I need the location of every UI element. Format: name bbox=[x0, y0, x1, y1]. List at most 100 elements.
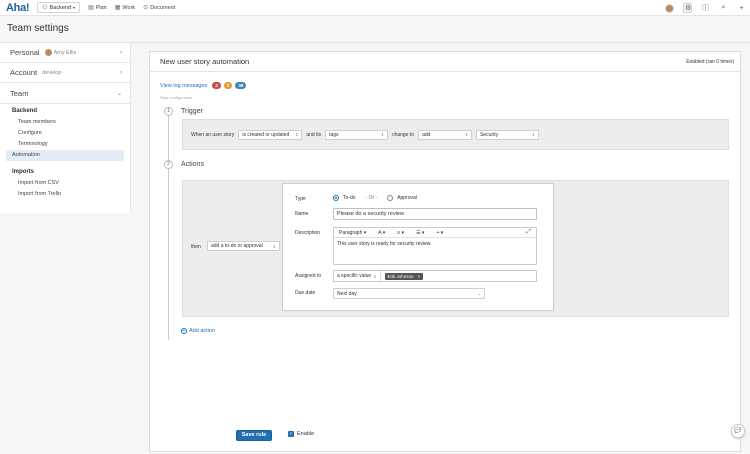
sidebar-section-personal[interactable]: Personal Amy Ellis › bbox=[0, 43, 130, 63]
assigned-to-label: Assigned to bbox=[295, 273, 322, 279]
rule-title: New user story automation bbox=[160, 57, 250, 66]
workspace-label: Backend bbox=[49, 4, 72, 11]
nav-document[interactable]: ⊙ Document bbox=[143, 4, 176, 12]
save-rule-button[interactable]: Save rule bbox=[236, 430, 272, 441]
due-date-select[interactable]: Next day ⌄ bbox=[333, 288, 485, 299]
rule-configuration-label: Rule configuration bbox=[160, 95, 193, 100]
paragraph-style-dropdown[interactable]: Paragraph ▾ bbox=[339, 230, 366, 236]
operation-select[interactable]: add ⇕ bbox=[418, 129, 473, 140]
font-dropdown[interactable]: A ▾ bbox=[378, 230, 385, 236]
chevron-down-icon: ⌄ bbox=[116, 90, 122, 97]
description-editor[interactable]: Paragraph ▾ A ▾ ≡ ▾ ☰ ▾ + ▾ ⤢ This user … bbox=[333, 227, 537, 265]
value-select-value: Security bbox=[480, 131, 499, 138]
help-icon[interactable]: ⓘ bbox=[701, 3, 710, 13]
work-icon: ▦ bbox=[114, 5, 121, 11]
workspace-selector[interactable]: ⚇ Backend ▾ bbox=[37, 2, 81, 13]
event-select[interactable]: is created or updated ⇕ bbox=[238, 129, 303, 140]
top-navigation: Aha! ⚇ Backend ▾ ▤ Plan ▦ Work ⊙ Documen… bbox=[0, 0, 750, 16]
assignee-mode-value: a specific value bbox=[337, 273, 372, 279]
trigger-and-its-text: and its bbox=[306, 131, 322, 138]
sidebar-group-title: Imports bbox=[12, 169, 35, 175]
enable-toggle[interactable]: ✓ Enable bbox=[288, 431, 314, 437]
select-arrows-icon: ⇕ bbox=[464, 132, 469, 137]
chevron-right-icon: › bbox=[120, 49, 122, 56]
chat-support-icon[interactable]: 💬 bbox=[731, 424, 745, 438]
nav-plan[interactable]: ▤ Plan bbox=[88, 4, 107, 12]
chevron-down-icon: ⌄ bbox=[477, 291, 481, 296]
due-date-label: Due date bbox=[295, 290, 316, 296]
sidebar-item-team-members[interactable]: Team members bbox=[6, 117, 124, 128]
assignee-mode-select[interactable]: a specific value ⇕ bbox=[334, 271, 381, 281]
top-right-tools: ⚙ ⓘ ⌕ + bbox=[665, 0, 746, 16]
enable-label: Enable bbox=[297, 431, 315, 437]
automation-rule-panel: New user story automation Enabled (ran 0… bbox=[149, 51, 741, 452]
name-input[interactable]: Please do a security review bbox=[333, 208, 537, 220]
action-type-select[interactable]: add a to-do or approval ⇕ bbox=[207, 241, 280, 251]
type-radio-group: To-do - Or - Approval bbox=[333, 195, 417, 201]
document-icon: ⊙ bbox=[143, 5, 149, 11]
step-connector bbox=[168, 115, 169, 340]
action-type-select-value: add a to-do or approval bbox=[211, 243, 263, 249]
log-messages-row: View log messages 3 2 36 bbox=[160, 82, 247, 89]
align-dropdown[interactable]: ≡ ▾ bbox=[397, 230, 404, 236]
nav-work[interactable]: ▦ Work bbox=[114, 4, 136, 12]
search-icon[interactable]: ⌕ bbox=[719, 4, 728, 12]
operation-select-value: add bbox=[422, 131, 431, 138]
settings-sidebar: Personal Amy Ellis › Account develop › T… bbox=[0, 43, 131, 213]
sidebar-section-account[interactable]: Account develop › bbox=[0, 63, 130, 83]
sidebar-section-label: Team bbox=[10, 88, 29, 98]
sidebar-section-team[interactable]: Team ⌄ bbox=[0, 83, 130, 103]
settings-icon[interactable]: ⚙ bbox=[683, 3, 692, 13]
add-icon[interactable]: + bbox=[737, 5, 746, 12]
enable-checkbox[interactable]: ✓ bbox=[288, 431, 294, 437]
select-arrows-icon: ⇕ bbox=[380, 132, 385, 137]
approval-radio[interactable] bbox=[387, 195, 394, 201]
plus-circle-icon: + bbox=[181, 328, 187, 334]
description-text[interactable]: This user story is ready for security re… bbox=[334, 238, 536, 250]
list-icon: ☰ bbox=[416, 229, 421, 236]
warning-count-badge[interactable]: 2 bbox=[223, 82, 233, 89]
todo-form-card: Type To-do - Or - Approval Name Please d… bbox=[282, 183, 554, 311]
error-count-badge[interactable]: 3 bbox=[212, 82, 221, 89]
list-dropdown[interactable]: ☰ ▾ bbox=[416, 230, 424, 236]
step-number: 1 bbox=[164, 107, 173, 116]
assignee-field[interactable]: a specific value ⇕ Erik Johnson × bbox=[333, 270, 537, 282]
editor-toolbar: Paragraph ▾ A ▾ ≡ ▾ ☰ ▾ + ▾ ⤢ bbox=[334, 228, 536, 238]
due-date-value: Next day bbox=[337, 290, 357, 297]
select-arrows-icon: ⇕ bbox=[373, 273, 377, 279]
sidebar-item-automation[interactable]: Automation bbox=[6, 150, 124, 161]
divider bbox=[0, 103, 130, 104]
plan-icon: ▤ bbox=[88, 5, 94, 11]
event-select-value: is created or updated bbox=[242, 131, 290, 138]
name-label: Name bbox=[295, 211, 309, 217]
sidebar-item-import-trello[interactable]: Import from Trello bbox=[6, 189, 124, 200]
nav-work-label: Work bbox=[122, 4, 136, 11]
nav-plan-label: Plan bbox=[95, 4, 107, 11]
field-select-value: tags bbox=[329, 131, 339, 138]
insert-dropdown[interactable]: + ▾ bbox=[436, 230, 443, 236]
step-number: 2 bbox=[164, 160, 173, 169]
sidebar-item-terminology[interactable]: Terminology bbox=[6, 139, 124, 150]
sidebar-section-label: Account bbox=[10, 68, 38, 77]
view-log-messages-link[interactable]: View log messages bbox=[160, 83, 207, 89]
remove-icon[interactable]: × bbox=[418, 274, 421, 279]
todo-radio[interactable] bbox=[333, 195, 339, 201]
add-action-button[interactable]: + Add action bbox=[181, 328, 215, 334]
sidebar-item-configure[interactable]: Configure bbox=[6, 128, 124, 139]
user-avatar[interactable] bbox=[665, 3, 674, 13]
align-icon: ≡ bbox=[397, 229, 401, 236]
nav-document-label: Document bbox=[150, 4, 176, 11]
todo-radio-label: To-do bbox=[343, 195, 356, 201]
value-select[interactable]: Security ⇕ bbox=[476, 129, 540, 140]
type-label: Type bbox=[295, 196, 306, 202]
field-select[interactable]: tags ⇕ bbox=[325, 129, 389, 140]
page-title: Team settings bbox=[7, 23, 69, 34]
actions-title: Actions bbox=[181, 161, 204, 168]
expand-icon[interactable]: ⤢ bbox=[526, 229, 531, 236]
assignee-token[interactable]: Erik Johnson × bbox=[384, 272, 424, 280]
aha-logo[interactable]: Aha! bbox=[6, 2, 30, 14]
sidebar-item-import-csv[interactable]: Import from CSV bbox=[6, 178, 124, 189]
sidebar-user-name: Amy Ellis bbox=[53, 49, 77, 56]
info-count-badge[interactable]: 36 bbox=[235, 82, 247, 89]
chevron-right-icon: › bbox=[120, 69, 122, 76]
